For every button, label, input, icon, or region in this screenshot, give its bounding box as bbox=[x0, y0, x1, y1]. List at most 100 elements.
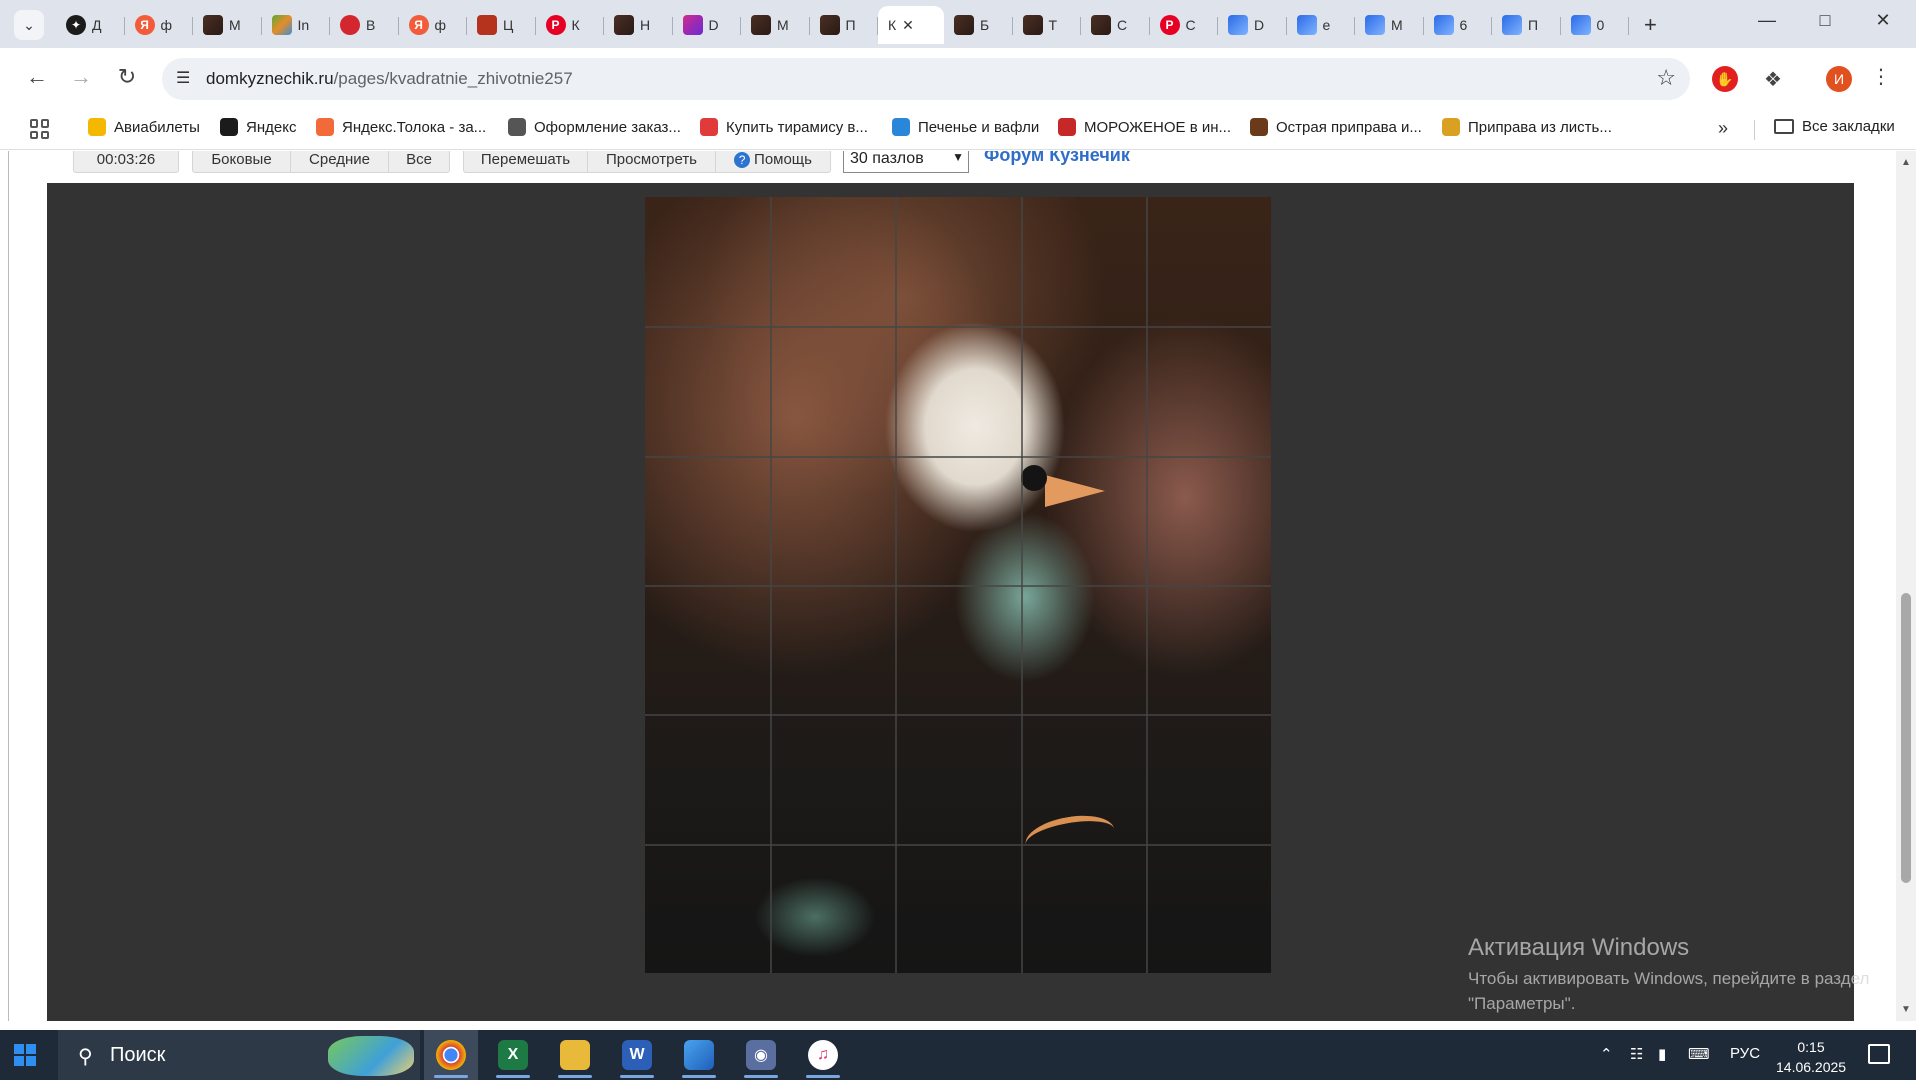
activation-line-1: Чтобы активировать Windows, перейдите в … bbox=[1468, 969, 1870, 988]
chrome-taskbar-button[interactable] bbox=[424, 1030, 478, 1080]
photos-taskbar-button[interactable] bbox=[672, 1030, 726, 1080]
taskbar-search[interactable]: ⚲ Поиск bbox=[58, 1030, 420, 1080]
puzzle-image[interactable] bbox=[645, 197, 1271, 973]
tab[interactable]: Т bbox=[1013, 6, 1082, 44]
forum-link[interactable]: Форум Кузнечик bbox=[984, 151, 1130, 166]
page-scrollbar[interactable]: ▲ ▼ bbox=[1896, 151, 1916, 1021]
tab-strip: ⌄ ✦ Д Яф М In В Яф Ц P К Н D М П К ✕ Б Т С P С De М 6 П 0 + — □ ✕ bbox=[0, 0, 1916, 48]
tray-chevron-up-icon[interactable]: ⌃ bbox=[1600, 1045, 1613, 1063]
all-bookmarks-folder[interactable]: Все закладки bbox=[1774, 118, 1895, 135]
more-bookmarks-chevron-icon[interactable]: » bbox=[1718, 118, 1728, 139]
tab[interactable]: D bbox=[673, 6, 742, 44]
bookmarks-divider bbox=[1754, 120, 1755, 140]
network-icon[interactable]: ☷ bbox=[1630, 1045, 1643, 1063]
bookmark-item[interactable]: Острая приправа и... bbox=[1250, 118, 1422, 136]
tab[interactable]: PС bbox=[1150, 6, 1219, 44]
bookmark-item[interactable]: МОРОЖЕНОЕ в ин... bbox=[1058, 118, 1231, 136]
scroll-thumb[interactable] bbox=[1901, 593, 1911, 883]
bookmark-item[interactable]: Купить тирамису в... bbox=[700, 118, 868, 136]
back-arrow-icon[interactable]: ← bbox=[22, 64, 52, 90]
profile-avatar[interactable]: И bbox=[1826, 66, 1852, 92]
word-taskbar-button[interactable]: W bbox=[610, 1030, 664, 1080]
pinterest-icon: P bbox=[1159, 15, 1180, 35]
site-info-icon[interactable]: ☰ bbox=[176, 68, 190, 88]
folder-icon bbox=[1774, 119, 1794, 134]
puzzle-controls: 00:03:26 Боковые Средние Все Перемешать … bbox=[0, 151, 1916, 179]
blue-tab-icon bbox=[1365, 15, 1385, 35]
bookmark-item[interactable]: Авиабилеты bbox=[88, 118, 200, 136]
running-indicator bbox=[682, 1075, 716, 1078]
tab[interactable]: Н bbox=[604, 6, 673, 44]
middle-pieces-button[interactable]: Средние bbox=[291, 151, 389, 172]
windows-taskbar: ⚲ Поиск X W ◉ ♫ ⌃ ☷ ▮ ⌨ РУС 0:15 14.06.2025 bbox=[0, 1030, 1916, 1080]
language-indicator[interactable]: РУС bbox=[1730, 1045, 1760, 1062]
timer-display: 00:03:26 bbox=[73, 151, 179, 173]
bookmark-item[interactable]: Яндекс.Толока - за... bbox=[316, 118, 486, 136]
keyboard-icon[interactable]: ⌨ bbox=[1688, 1045, 1710, 1063]
reload-icon[interactable]: ↻ bbox=[112, 64, 142, 90]
tab[interactable]: М bbox=[1355, 6, 1424, 44]
tab[interactable]: 6 bbox=[1424, 6, 1493, 44]
tab-label: D bbox=[708, 17, 719, 33]
battery-icon[interactable]: ▮ bbox=[1658, 1045, 1666, 1063]
bookmark-star-icon[interactable]: ☆ bbox=[1656, 65, 1676, 91]
browser-menu-icon[interactable]: ⋮ bbox=[1866, 64, 1896, 89]
tab[interactable]: В bbox=[330, 6, 399, 44]
tab-search-chevron-icon[interactable]: ⌄ bbox=[14, 10, 44, 40]
tab[interactable]: In bbox=[262, 6, 331, 44]
explorer-taskbar-button[interactable] bbox=[548, 1030, 602, 1080]
preview-button[interactable]: Просмотреть bbox=[588, 151, 716, 172]
tab[interactable]: П bbox=[1492, 6, 1561, 44]
excel-taskbar-button[interactable]: X bbox=[486, 1030, 540, 1080]
tab-label: Д bbox=[92, 17, 102, 33]
chick-beak bbox=[1045, 475, 1105, 507]
address-bar[interactable]: ☰ domkyznechik.ru/pages/kvadratnie_zhivo… bbox=[162, 58, 1690, 100]
pieces-count-select[interactable]: 30 пазлов ▼ bbox=[843, 151, 969, 173]
bookmark-item[interactable]: Яндекс bbox=[220, 118, 296, 136]
minimize-icon[interactable]: — bbox=[1752, 10, 1782, 31]
tab[interactable]: PК bbox=[536, 6, 605, 44]
adblock-extension-icon[interactable]: ✋ bbox=[1712, 66, 1738, 92]
new-tab-plus-icon[interactable]: + bbox=[1644, 12, 1657, 38]
tab[interactable]: D bbox=[1218, 6, 1287, 44]
scroll-down-arrow-icon[interactable]: ▼ bbox=[1901, 1004, 1911, 1015]
tab-active[interactable]: К ✕ bbox=[878, 6, 944, 44]
forward-arrow-icon[interactable]: → bbox=[66, 64, 96, 90]
notifications-icon[interactable] bbox=[1868, 1044, 1890, 1064]
help-button[interactable]: ? Помощь bbox=[716, 151, 830, 172]
window-close-icon[interactable]: ✕ bbox=[1868, 10, 1898, 31]
maximize-icon[interactable]: □ bbox=[1810, 10, 1840, 31]
tab[interactable]: Ц bbox=[467, 6, 536, 44]
tab[interactable]: 0 bbox=[1561, 6, 1630, 44]
bookmark-item[interactable]: Печенье и вафли bbox=[892, 118, 1039, 136]
tab[interactable]: С bbox=[1081, 6, 1150, 44]
bookmark-item[interactable]: Оформление заказ... bbox=[508, 118, 681, 136]
taskbar-clock[interactable]: 0:15 14.06.2025 bbox=[1776, 1037, 1846, 1077]
tab[interactable]: Б bbox=[944, 6, 1013, 44]
tab-label: 6 bbox=[1459, 17, 1468, 33]
edge-pieces-button[interactable]: Боковые bbox=[193, 151, 291, 172]
tab-list: ✦ Д Яф М In В Яф Ц P К Н D М П К ✕ Б Т С P С De М 6 П 0 bbox=[56, 6, 1629, 44]
word-icon: W bbox=[622, 1040, 652, 1070]
camera-taskbar-button[interactable]: ◉ bbox=[734, 1030, 788, 1080]
bookmark-favicon-icon bbox=[1250, 118, 1268, 136]
tab-close-icon[interactable]: ✕ bbox=[902, 17, 914, 34]
tab[interactable]: Яф bbox=[125, 6, 194, 44]
tab[interactable]: Яф bbox=[399, 6, 468, 44]
extensions-puzzle-icon[interactable]: ❖ bbox=[1760, 66, 1786, 92]
tab[interactable]: e bbox=[1287, 6, 1356, 44]
apps-grid-icon[interactable] bbox=[30, 119, 50, 139]
tab[interactable]: П bbox=[810, 6, 879, 44]
windows-start-icon[interactable] bbox=[14, 1044, 36, 1066]
tab[interactable]: ✦ Д bbox=[56, 6, 125, 44]
shuffle-button[interactable]: Перемешать bbox=[464, 151, 588, 172]
bookmark-item[interactable]: Приправа из листь... bbox=[1442, 118, 1612, 136]
all-pieces-button[interactable]: Все bbox=[389, 151, 449, 172]
activation-title: Активация Windows bbox=[1468, 934, 1690, 961]
url-text: domkyznechik.ru/pages/kvadratnie_zhivotn… bbox=[206, 69, 573, 89]
tab[interactable]: М bbox=[193, 6, 262, 44]
scroll-up-arrow-icon[interactable]: ▲ bbox=[1901, 157, 1911, 168]
itunes-taskbar-button[interactable]: ♫ bbox=[796, 1030, 850, 1080]
bookmark-favicon-icon bbox=[508, 118, 526, 136]
tab[interactable]: М bbox=[741, 6, 810, 44]
